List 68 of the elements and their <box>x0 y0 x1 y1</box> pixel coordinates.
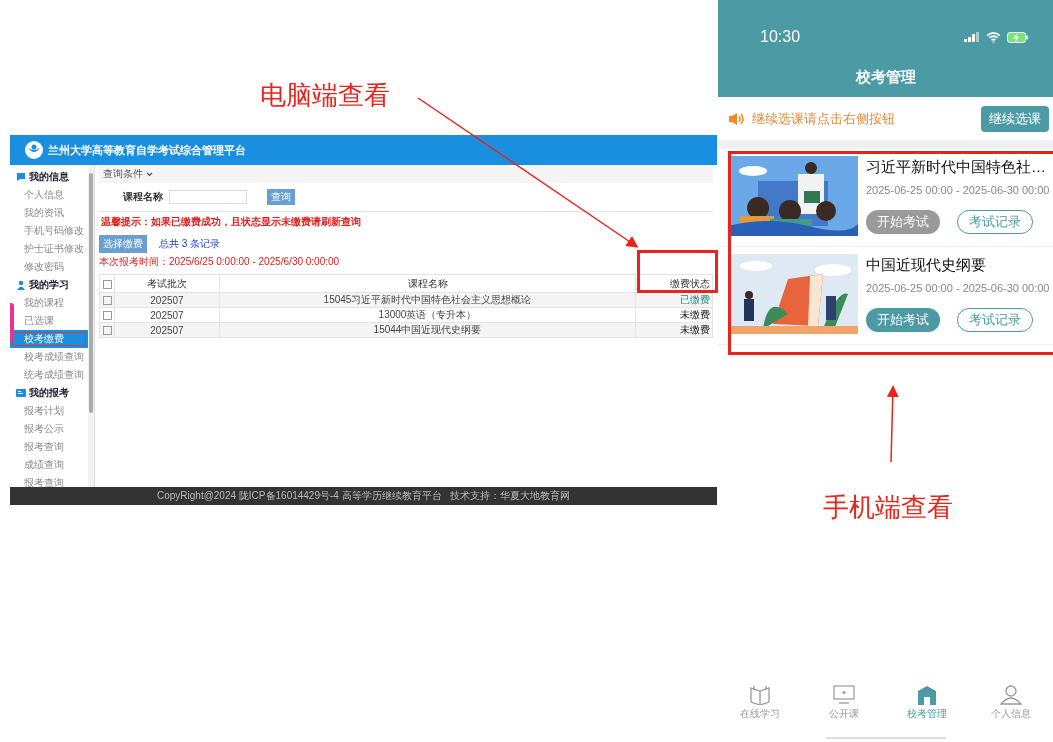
sidebar-item[interactable]: 成绩查询 <box>10 456 88 474</box>
checkbox[interactable] <box>102 296 112 306</box>
table-cell: 13000英语（专升本） <box>219 307 636 323</box>
exam-record-button[interactable]: 考试记录 <box>957 210 1033 234</box>
exam-record-button[interactable]: 考试记录 <box>957 308 1033 332</box>
battery-icon <box>1007 31 1029 43</box>
mobile-caption: 手机端查看 <box>823 491 953 524</box>
notice-text: 继续选课请点击右侧按钮 <box>752 109 896 128</box>
notice-text: 温馨提示：如果已缴费成功，且状态显示未缴费请刷新查询 <box>100 215 362 229</box>
tab[interactable]: 校考管理 <box>885 685 970 729</box>
side-handle[interactable] <box>10 303 14 341</box>
checkbox[interactable] <box>102 279 112 289</box>
book-icon <box>748 685 771 705</box>
exam-period: 2025-06-25 00:00 - 2025-06-30 00:00 <box>866 282 1051 294</box>
person-icon <box>16 280 26 290</box>
sidebar-item[interactable]: 统考成绩查询 <box>10 366 88 384</box>
table-cell: 未缴费 <box>635 307 713 323</box>
footer-text: CopyRight@2024 陇ICP备16014429号-4 高等学历继续教育平台 技术支持：华夏大地教育网 <box>10 487 717 505</box>
sidebar-item[interactable]: 手机号码修改 <box>10 222 88 240</box>
chat-icon <box>16 172 26 182</box>
building-icon <box>916 685 939 705</box>
course-title: 习近平新时代中国特色社… <box>866 158 1047 177</box>
sidebar-section-title: 我的信息 <box>29 170 69 184</box>
record-count: 总共 3 条记录 <box>159 237 221 251</box>
desktop-caption: 电脑端查看 <box>260 79 390 112</box>
table-cell: 202507 <box>114 307 220 323</box>
course-name-field[interactable] <box>169 190 247 204</box>
signal-icon <box>964 32 980 42</box>
sidebar-item[interactable]: 我的资讯 <box>10 204 88 222</box>
status-time: 10:30 <box>760 28 802 46</box>
checkbox[interactable] <box>102 311 112 321</box>
sidebar-item[interactable]: 校考缴费 <box>10 330 88 348</box>
exam-period: 2025-06-25 00:00 - 2025-06-30 00:00 <box>866 184 1051 196</box>
sidebar-section-title: 我的学习 <box>29 278 69 292</box>
page-title: 校考管理 <box>854 67 917 87</box>
sidebar-item[interactable]: 已选课 <box>10 312 88 330</box>
tab[interactable]: 在线学习 <box>718 685 802 729</box>
logo-icon <box>24 140 44 160</box>
user-icon <box>1000 685 1023 705</box>
platform-title: 兰州大学高等教育自学考试综合管理平台 <box>48 142 246 158</box>
field-label: 课程名称 <box>123 190 163 204</box>
wifi-icon <box>986 31 1001 43</box>
sidebar-item[interactable]: 报考查询 <box>10 438 88 456</box>
search-button[interactable]: 查询 <box>267 189 295 205</box>
scrollbar[interactable] <box>88 165 94 487</box>
start-exam-button[interactable]: 开始考试 <box>866 308 940 332</box>
sidebar-item[interactable]: 护士证书修改 <box>10 240 88 258</box>
chevron-down-icon[interactable] <box>146 171 153 177</box>
speaker-icon <box>728 111 744 126</box>
card-icon <box>16 388 26 398</box>
tab[interactable]: 公开课 <box>801 685 886 729</box>
column-header: 课程名称 <box>219 274 636 293</box>
sidebar-item[interactable]: 校考成绩查询 <box>10 348 88 366</box>
checkbox[interactable] <box>102 326 112 336</box>
sidebar-item[interactable]: 报考计划 <box>10 402 88 420</box>
period-text: 本次报考时间：2025/6/25 0:00:00 - 2025/6/30 0:00:00 <box>99 255 341 269</box>
column-header: 考试批次 <box>114 274 220 293</box>
monitor-icon <box>832 685 855 705</box>
sidebar-item[interactable]: 报考公示 <box>10 420 88 438</box>
filter-label: 查询条件 <box>103 167 143 181</box>
continue-button[interactable]: 继续选课 <box>981 105 1049 132</box>
pay-button[interactable]: 选择缴费 <box>99 235 147 253</box>
tab[interactable]: 个人信息 <box>969 685 1053 729</box>
sidebar-item[interactable]: 修改密码 <box>10 258 88 276</box>
sidebar-item[interactable]: 个人信息 <box>10 186 88 204</box>
sidebar-item[interactable]: 我的课程 <box>10 294 88 312</box>
course-title: 中国近现代史纲要 <box>866 256 987 275</box>
sidebar-section-title: 我的报考 <box>29 386 69 400</box>
